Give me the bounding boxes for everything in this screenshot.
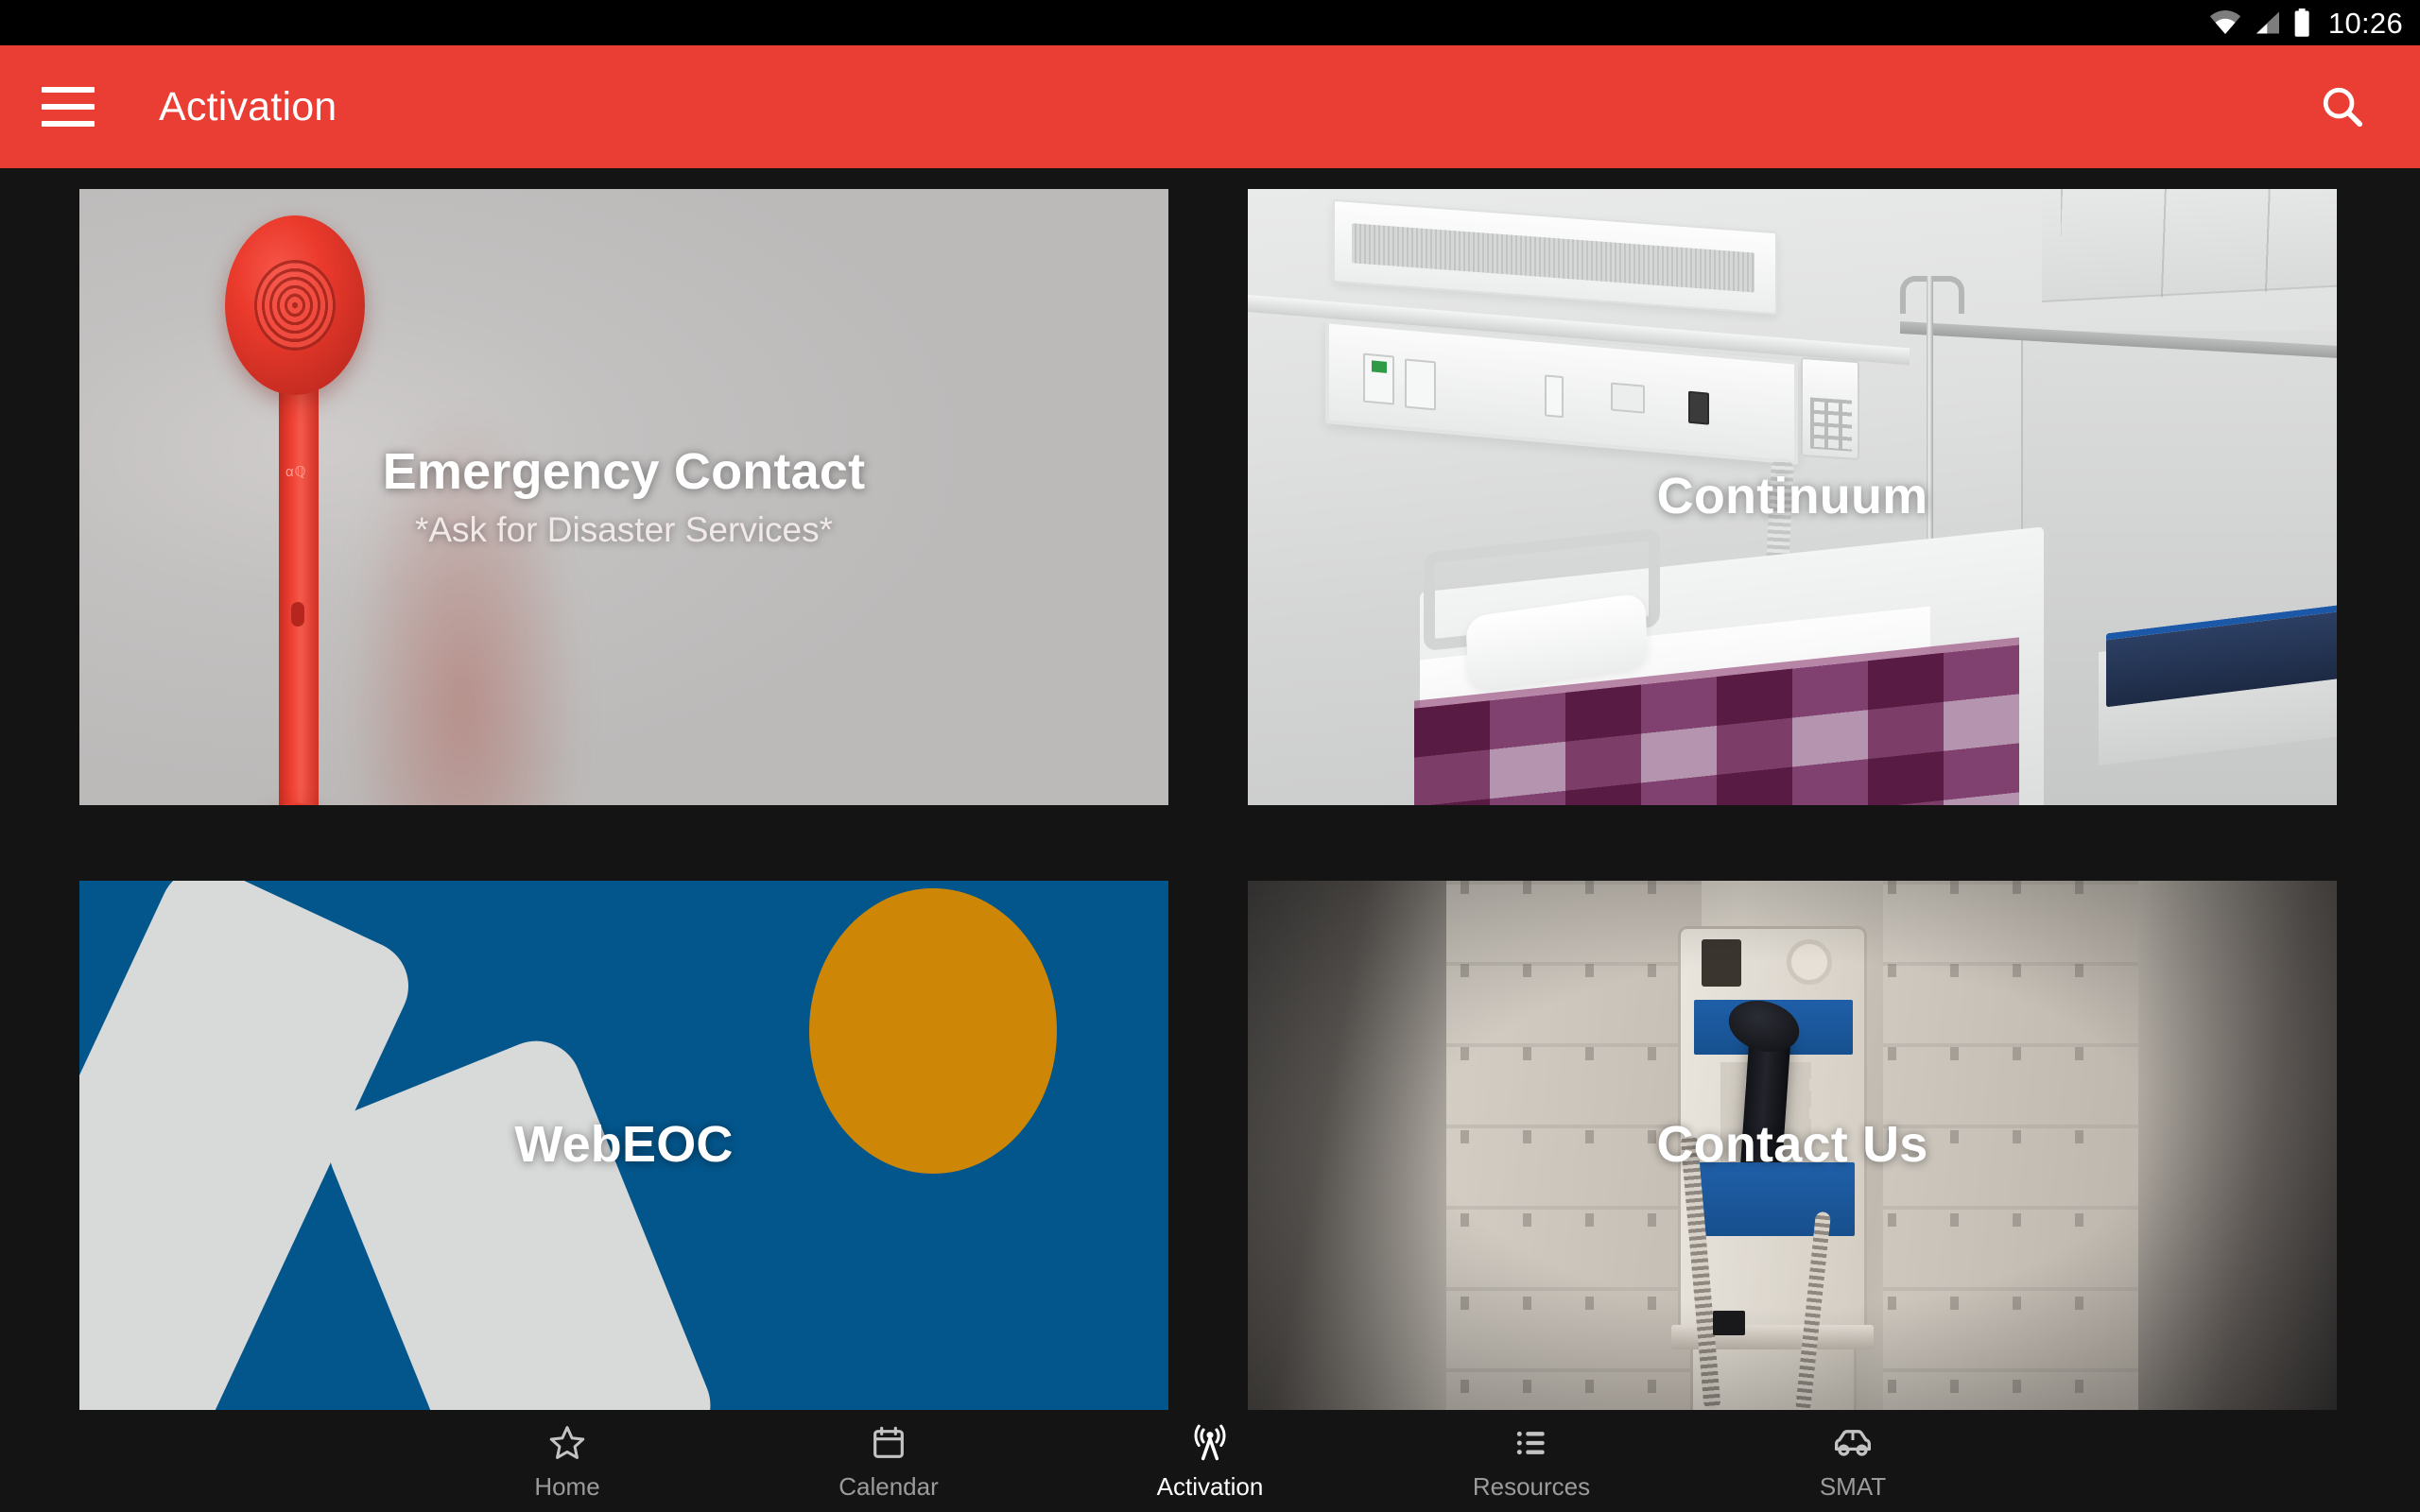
vehicle-icon: [1831, 1421, 1875, 1465]
app-toolbar: Activation: [0, 45, 2420, 168]
card-webeoc[interactable]: WebEOC: [79, 881, 1168, 1410]
bottom-navigation-bar: Home Calendar Activation Resources SMAT: [0, 1408, 2420, 1512]
status-bar-clock: 10:26: [2327, 6, 2403, 40]
card-continuum[interactable]: Continuum: [1248, 189, 2337, 805]
broadcast-icon: [1189, 1421, 1231, 1465]
status-bar: 10:26: [0, 0, 2420, 45]
nav-item-calendar[interactable]: Calendar: [728, 1421, 1049, 1499]
page-title: Activation: [159, 83, 337, 129]
card-emergency-contact[interactable]: αℚ Emergency Contact *Ask for Disaster S…: [79, 189, 1168, 805]
list-icon: [1512, 1421, 1550, 1465]
star-icon: [547, 1421, 587, 1465]
battery-icon: [2292, 9, 2311, 37]
nav-item-activation[interactable]: Activation: [1049, 1421, 1371, 1499]
nav-label: Home: [534, 1472, 600, 1501]
emergency-contact-image: αℚ: [79, 189, 1168, 805]
activation-card-grid: αℚ Emergency Contact *Ask for Disaster S…: [0, 168, 2420, 1410]
nav-label: Resources: [1472, 1472, 1591, 1501]
calendar-icon: [870, 1421, 908, 1465]
contact-us-image: [1248, 881, 2337, 1410]
hamburger-menu-icon[interactable]: [42, 87, 95, 127]
wifi-icon: [2209, 10, 2241, 35]
card-contact-us[interactable]: Contact Us: [1248, 881, 2337, 1410]
nav-item-smat[interactable]: SMAT: [1692, 1421, 2014, 1499]
webeoc-image: [79, 881, 1168, 1410]
search-icon[interactable]: [2314, 78, 2371, 135]
nav-label: Activation: [1156, 1472, 1264, 1501]
nav-item-home[interactable]: Home: [406, 1421, 728, 1499]
nav-label: SMAT: [1819, 1472, 1887, 1501]
nav-item-resources[interactable]: Resources: [1371, 1421, 1692, 1499]
continuum-image: [1248, 189, 2337, 805]
nav-label: Calendar: [838, 1472, 939, 1501]
cell-signal-icon: [2253, 10, 2281, 35]
